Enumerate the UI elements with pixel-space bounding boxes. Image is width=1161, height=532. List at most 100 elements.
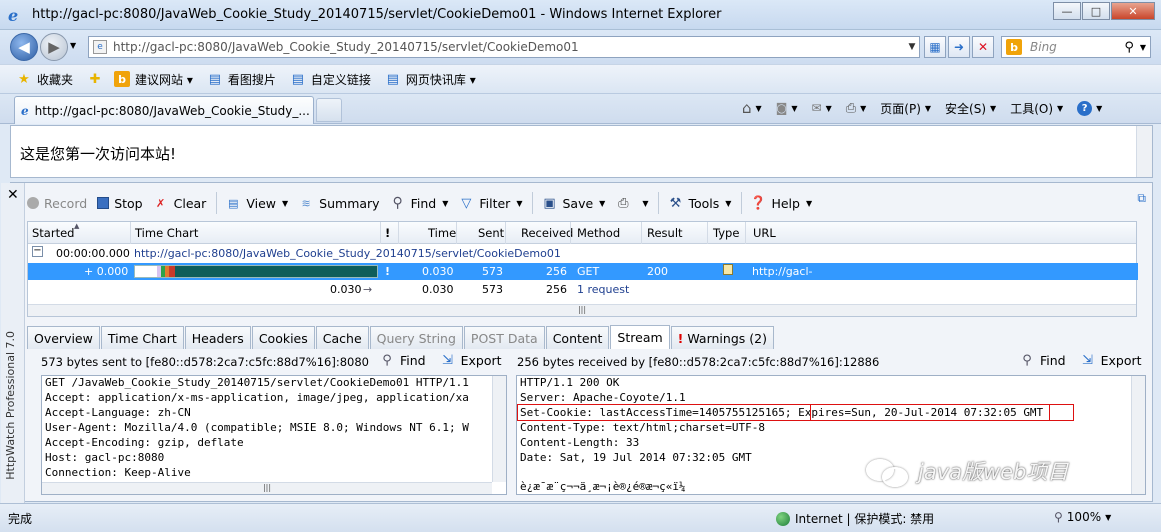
find-button[interactable]: ⚲ Find ▼ bbox=[390, 195, 448, 211]
address-bar[interactable]: e http://gacl-pc:8080/JavaWeb_Cookie_Stu… bbox=[88, 36, 920, 58]
column-method[interactable]: Method bbox=[577, 226, 620, 240]
record-button[interactable]: Record bbox=[27, 196, 87, 211]
sent-stream-pane[interactable]: GET /JavaWeb_Cookie_Study_20140715/servl… bbox=[41, 375, 507, 495]
tab-query-string[interactable]: Query String bbox=[369, 326, 463, 349]
received-vertical-scrollbar[interactable] bbox=[1131, 376, 1145, 494]
fav-item-web-slices[interactable]: ▤ 网页快讯库 ▾ bbox=[385, 71, 476, 88]
forward-button[interactable]: ▶ bbox=[40, 33, 68, 61]
sent-export-button[interactable]: Export bbox=[461, 353, 502, 368]
tab-headers[interactable]: Headers bbox=[184, 326, 251, 349]
grid-header: Started ▲ Time Chart ! Time Sent Receive… bbox=[28, 222, 1136, 244]
new-tab-button[interactable] bbox=[316, 98, 342, 122]
address-dropdown-icon[interactable]: ▼ bbox=[905, 42, 919, 52]
tab-stream[interactable]: Stream bbox=[610, 325, 670, 349]
page-menu-label: 页面(P) bbox=[880, 101, 921, 116]
undock-icon[interactable]: ⧉ bbox=[1137, 191, 1146, 206]
view-button[interactable]: ▤ View ▼ bbox=[225, 195, 288, 211]
column-time[interactable]: Time bbox=[428, 226, 456, 240]
received-export-button[interactable]: Export bbox=[1101, 353, 1142, 368]
save-button[interactable]: ▣ Save ▼ bbox=[541, 195, 605, 211]
help-menu[interactable]: ? ▼ bbox=[1077, 100, 1102, 116]
column-url[interactable]: URL bbox=[753, 226, 776, 240]
sent-find-button[interactable]: Find bbox=[400, 353, 426, 368]
ie-page-icon: e bbox=[21, 103, 29, 118]
fav-item-custom-links[interactable]: ▤ 自定义链接 bbox=[290, 71, 371, 88]
print-button[interactable]: ⎙ ▼ bbox=[615, 195, 648, 211]
close-button[interactable]: ✕ bbox=[1111, 2, 1155, 20]
status-bar: 完成 Internet | 保护模式: 禁用 ⚲ 100% ▼ bbox=[0, 503, 1161, 532]
safety-menu[interactable]: 安全(S) ▼ bbox=[945, 100, 996, 117]
home-icon: ⌂ bbox=[742, 99, 752, 117]
scroll-grip-icon: ||| bbox=[262, 483, 272, 492]
page-menu[interactable]: 页面(P) ▼ bbox=[880, 100, 931, 117]
back-arrow-icon: ◀ bbox=[18, 38, 30, 56]
close-panel-icon[interactable]: ✕ bbox=[7, 187, 19, 203]
collapse-icon[interactable]: − bbox=[32, 246, 43, 257]
highlight-box-gmt bbox=[1049, 404, 1074, 421]
tab-label: Cookies bbox=[258, 330, 308, 346]
add-favorite-icon: ✚ bbox=[89, 71, 101, 87]
clear-label: Clear bbox=[173, 195, 207, 211]
fav-item-image-search[interactable]: ▤ 看图搜片 bbox=[207, 71, 276, 88]
mail-button[interactable]: ✉ ▼ bbox=[812, 101, 832, 115]
table-row[interactable]: + 0.000 ! 0.030 573 256 GET 200 http://g… bbox=[28, 263, 1138, 291]
clear-button[interactable]: ✗ Clear bbox=[153, 195, 207, 211]
tab-content[interactable]: Content bbox=[545, 326, 610, 349]
tools-menu[interactable]: 工具(O) ▼ bbox=[1010, 100, 1063, 117]
response-line: Content-Length: 33 bbox=[520, 436, 640, 449]
forward-arrow-icon: ▶ bbox=[48, 38, 60, 56]
stop-page-button[interactable]: ✕ bbox=[972, 36, 994, 58]
response-line: Date: Sat, 19 Jul 2014 07:32:05 GMT bbox=[520, 451, 752, 464]
group-row[interactable]: − 00:00:00.000 http://gacl-pc:8080/JavaW… bbox=[28, 245, 1138, 262]
help-button[interactable]: ❓ Help ▼ bbox=[750, 195, 812, 211]
minimize-button[interactable]: — bbox=[1053, 2, 1081, 20]
address-input[interactable]: http://gacl-pc:8080/JavaWeb_Cookie_Study… bbox=[113, 40, 905, 54]
highlight-box-expires bbox=[810, 404, 1050, 421]
chevron-down-icon: ▼ bbox=[755, 103, 762, 113]
add-favorite-button[interactable]: ✚ bbox=[87, 71, 108, 87]
ie-logo-icon: e bbox=[8, 5, 19, 25]
request-line: Host: gacl-pc:8080 bbox=[45, 451, 165, 464]
tab-post-data[interactable]: POST Data bbox=[463, 326, 545, 349]
search-dropdown-icon[interactable]: ▼ bbox=[1140, 43, 1146, 52]
fav-item-suggested[interactable]: b 建议网站 ▾ bbox=[114, 71, 193, 88]
tab-time-chart[interactable]: Time Chart bbox=[100, 326, 184, 349]
back-button[interactable]: ◀ bbox=[10, 33, 38, 61]
sent-vertical-scrollbar[interactable] bbox=[492, 376, 506, 482]
feeds-button[interactable]: ◙ ▼ bbox=[776, 101, 798, 115]
history-dropdown-icon[interactable]: ▼ bbox=[70, 41, 76, 50]
zoom-control[interactable]: ⚲ 100% ▼ bbox=[1054, 510, 1111, 524]
summary-button[interactable]: ≋ Summary bbox=[298, 195, 380, 211]
navigation-bar: ◀ ▶ ▼ e http://gacl-pc:8080/JavaWeb_Cook… bbox=[0, 30, 1161, 64]
tab-warnings[interactable]: ! Warnings (2) bbox=[670, 326, 774, 349]
received-find-button[interactable]: Find bbox=[1040, 353, 1066, 368]
go-button[interactable]: ➜ bbox=[948, 36, 970, 58]
tab-cookies[interactable]: Cookies bbox=[251, 326, 315, 349]
stop-button[interactable]: Stop bbox=[97, 196, 143, 211]
column-started[interactable]: Started bbox=[32, 226, 74, 240]
compatibility-view-button[interactable]: ▦ bbox=[924, 36, 946, 58]
tab-current[interactable]: e http://gacl-pc:8080/JavaWeb_Cookie_Stu… bbox=[14, 96, 314, 124]
tab-overview[interactable]: Overview bbox=[27, 326, 100, 349]
grid-horizontal-scrollbar[interactable]: ||| bbox=[28, 304, 1136, 316]
tools-button[interactable]: ⚒ Tools ▼ bbox=[667, 195, 732, 211]
sent-horizontal-scrollbar[interactable]: ||| bbox=[42, 482, 492, 494]
security-zone[interactable]: Internet | 保护模式: 禁用 bbox=[776, 510, 934, 527]
favorites-button[interactable]: ★ 收藏夹 bbox=[16, 71, 73, 88]
column-sent[interactable]: Sent bbox=[478, 226, 504, 240]
search-input[interactable]: Bing bbox=[1030, 40, 1124, 54]
column-warning[interactable]: ! bbox=[385, 226, 390, 240]
column-type[interactable]: Type bbox=[713, 226, 739, 240]
home-button[interactable]: ⌂ ▼ bbox=[742, 99, 762, 117]
tab-cache[interactable]: Cache bbox=[315, 326, 369, 349]
chevron-down-icon: ▼ bbox=[516, 198, 523, 208]
filter-button[interactable]: ▽ Filter ▼ bbox=[458, 195, 522, 211]
maximize-button[interactable]: □ bbox=[1082, 2, 1110, 20]
column-result[interactable]: Result bbox=[647, 226, 683, 240]
column-time-chart[interactable]: Time Chart bbox=[135, 226, 198, 240]
search-icon[interactable]: ⚲ bbox=[1124, 40, 1134, 55]
search-box[interactable]: b Bing ⚲ ▼ bbox=[1001, 36, 1151, 58]
column-received[interactable]: Received bbox=[521, 226, 573, 240]
print-button[interactable]: ⎙ ▼ bbox=[846, 101, 867, 116]
page-scrollbar[interactable] bbox=[1136, 126, 1152, 177]
